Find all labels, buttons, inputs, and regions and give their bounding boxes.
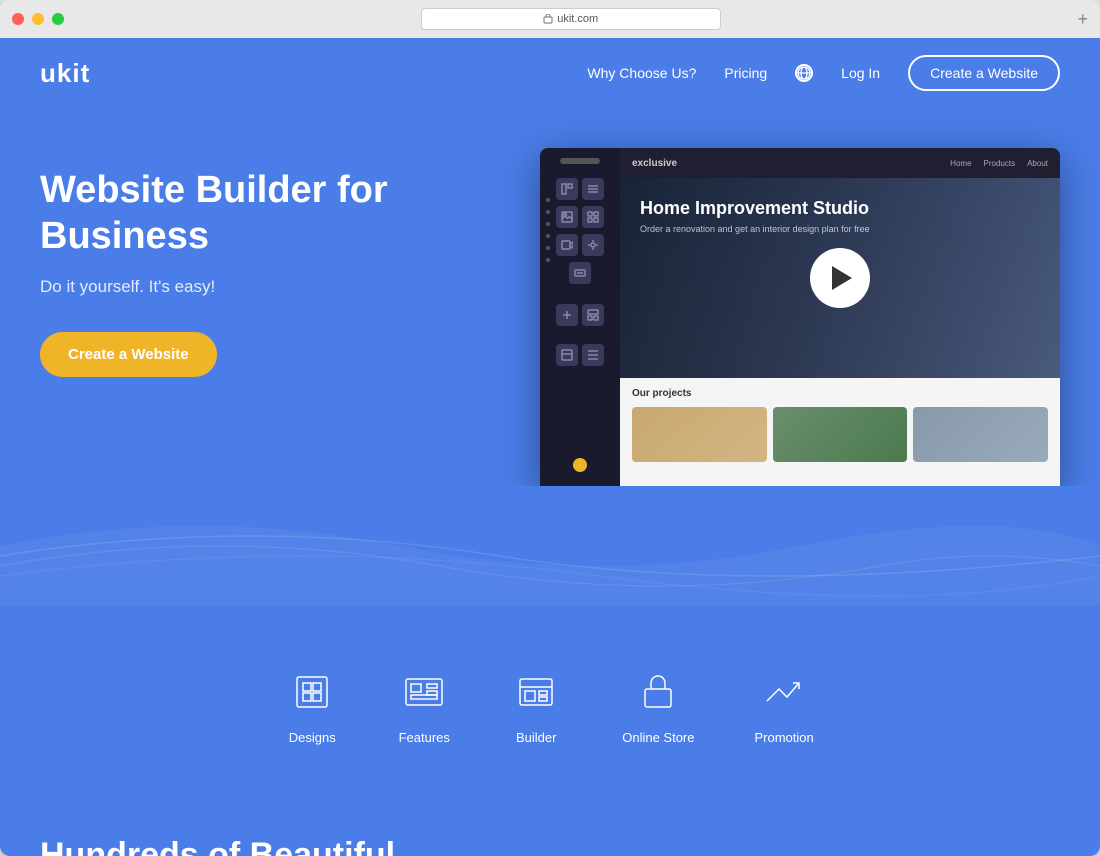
features-grid: Designs Features	[40, 666, 1060, 745]
sidebar-icon-gallery	[582, 206, 604, 228]
hero-cta-button[interactable]: Create a Website	[40, 332, 217, 377]
logo[interactable]: ukit	[40, 58, 90, 89]
play-icon	[832, 266, 852, 290]
language-selector[interactable]	[795, 64, 813, 82]
mockup-nav-home: Home	[950, 159, 971, 168]
play-button[interactable]	[810, 248, 870, 308]
address-bar: ukit.com	[72, 8, 1069, 30]
designs-icon	[286, 666, 338, 718]
mockup-hero-title: Home Improvement Studio	[640, 198, 870, 219]
mockup-sidebar	[540, 148, 620, 488]
builder-icon	[510, 666, 562, 718]
sidebar-row-5	[556, 304, 604, 326]
nav-pricing[interactable]: Pricing	[724, 65, 767, 81]
browser-window: ukit.com + ukit Why Choose Us? Pricing L…	[0, 0, 1100, 856]
mockup-top-bar	[560, 158, 600, 164]
page-content: ukit Why Choose Us? Pricing Log In Creat…	[0, 38, 1100, 856]
store-icon	[632, 666, 684, 718]
sidebar-row-2	[556, 206, 604, 228]
sidebar-icon-layout	[582, 304, 604, 326]
mockup-nav-links: Home Products About	[950, 159, 1048, 168]
navbar: ukit Why Choose Us? Pricing Log In Creat…	[0, 38, 1100, 108]
nav-links: Why Choose Us? Pricing Log In Create a W…	[587, 55, 1060, 91]
browser-mockup: exclusive Home Products About Home Impro…	[499, 148, 1060, 488]
hero-subtitle: Do it yourself. It's easy!	[40, 277, 499, 297]
wave-section	[0, 486, 1100, 606]
features-label: Features	[399, 730, 450, 745]
sidebar-icon-plus	[556, 304, 578, 326]
hero-title: Website Builder for Business	[40, 168, 499, 259]
feature-store[interactable]: Online Store	[622, 666, 694, 745]
mockup-brand: exclusive	[632, 158, 677, 169]
browser-titlebar: ukit.com +	[0, 0, 1100, 38]
hero-section: Website Builder for Business Do it yours…	[0, 108, 1100, 488]
sidebar-row-3	[556, 234, 604, 256]
feature-features[interactable]: Features	[398, 666, 450, 745]
designs-section: Hundreds of Beautiful Designs We analyze…	[0, 795, 1100, 856]
mockup-hero-subtitle: Order a renovation and get an interior d…	[640, 224, 870, 234]
maximize-button[interactable]	[52, 13, 64, 25]
promotion-label: Promotion	[755, 730, 814, 745]
store-label: Online Store	[622, 730, 694, 745]
designs-label: Designs	[289, 730, 336, 745]
sidebar-icon-section	[556, 344, 578, 366]
features-section: Designs Features	[0, 606, 1100, 795]
mockup-nav-products: Products	[984, 159, 1016, 168]
mockup-thumb-1	[632, 407, 767, 462]
feature-promotion[interactable]: Promotion	[755, 666, 814, 745]
sidebar-icon-settings	[582, 234, 604, 256]
mockup-projects-title: Our projects	[632, 388, 1048, 399]
url-text: ukit.com	[557, 13, 598, 25]
designs-title: Hundreds of Beautiful Designs	[40, 835, 440, 856]
promotion-icon	[758, 666, 810, 718]
mockup-hero-image: Home Improvement Studio Order a renovati…	[620, 178, 1060, 378]
nav-login[interactable]: Log In	[841, 65, 880, 81]
mockup-thumbnails	[632, 407, 1048, 462]
nav-cta-button[interactable]: Create a Website	[908, 55, 1060, 91]
builder-label: Builder	[516, 730, 556, 745]
sidebar-icon-video	[556, 234, 578, 256]
sidebar-row-1	[556, 178, 604, 200]
url-input[interactable]: ukit.com	[421, 8, 721, 30]
mockup-projects: Our projects	[620, 378, 1060, 488]
sidebar-row-6	[556, 344, 604, 366]
features-icon	[398, 666, 450, 718]
mockup-nav-about: About	[1027, 159, 1048, 168]
sidebar-yellow-dot	[573, 458, 587, 472]
sidebar-icon-h	[556, 178, 578, 200]
mockup-content: exclusive Home Products About Home Impro…	[620, 148, 1060, 488]
mockup-window: exclusive Home Products About Home Impro…	[540, 148, 1060, 488]
new-tab-button[interactable]: +	[1077, 9, 1088, 30]
close-button[interactable]	[12, 13, 24, 25]
hero-text: Website Builder for Business Do it yours…	[40, 148, 499, 488]
feature-builder[interactable]: Builder	[510, 666, 562, 745]
sidebar-icon-list	[582, 178, 604, 200]
nav-why-choose[interactable]: Why Choose Us?	[587, 65, 696, 81]
sidebar-dots	[546, 198, 550, 262]
minimize-button[interactable]	[32, 13, 44, 25]
mockup-thumb-3	[913, 407, 1048, 462]
sidebar-icon-text	[569, 262, 591, 284]
sidebar-row-4	[569, 262, 591, 284]
mockup-thumb-2	[773, 407, 908, 462]
mockup-hero-text: Home Improvement Studio Order a renovati…	[640, 198, 870, 234]
mockup-site-header: exclusive Home Products About	[620, 148, 1060, 178]
sidebar-icon-menu	[582, 344, 604, 366]
sidebar-icon-img	[556, 206, 578, 228]
feature-designs[interactable]: Designs	[286, 666, 338, 745]
